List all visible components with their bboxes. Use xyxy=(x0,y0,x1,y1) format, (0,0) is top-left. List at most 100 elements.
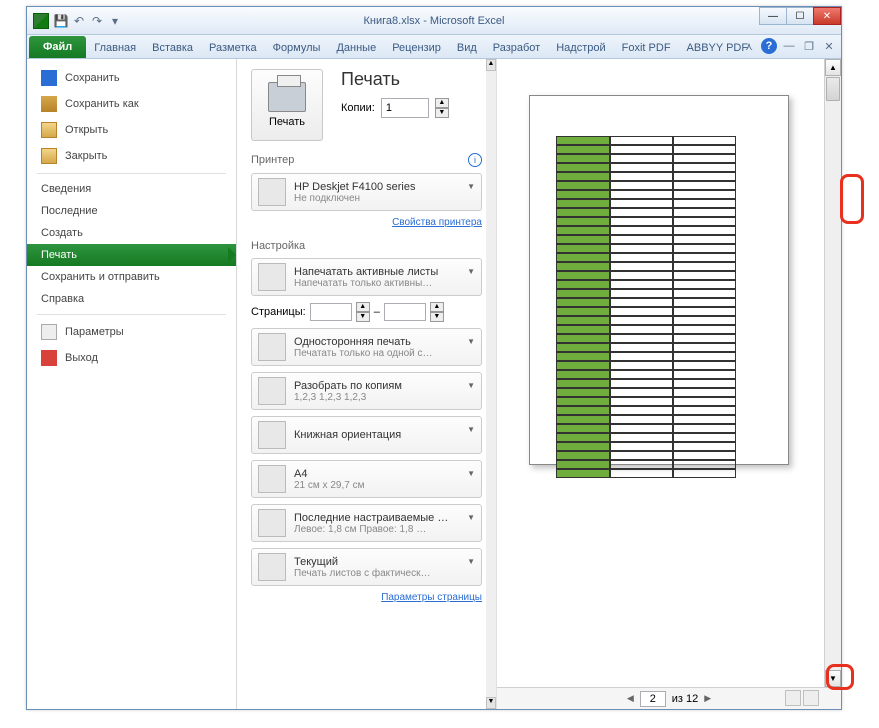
chevron-down-icon: ▼ xyxy=(467,469,475,478)
maximize-button[interactable]: ☐ xyxy=(786,7,814,25)
tab-file[interactable]: Файл xyxy=(29,36,86,58)
tab-review[interactable]: Рецензир xyxy=(384,38,449,58)
copies-up[interactable]: ▲ xyxy=(435,98,449,108)
backstage: Сохранить Сохранить как Открыть Закрыть … xyxy=(27,59,841,709)
sidebar-item-label: Сведения xyxy=(41,183,91,195)
print-settings-panel: Печать Печать Копии: ▲▼ Принтерi HP Desk… xyxy=(237,59,497,709)
minimize-button[interactable]: — xyxy=(759,7,787,25)
sidebar-new[interactable]: Создать xyxy=(27,222,236,244)
opt-title: Напечатать активные листы xyxy=(294,266,475,278)
pages-label: Страницы: xyxy=(251,306,306,318)
sidebar-options[interactable]: Параметры xyxy=(27,319,236,345)
sidebar-info[interactable]: Сведения xyxy=(27,178,236,200)
opt-title: Текущий xyxy=(294,556,475,568)
minimize-ribbon-icon[interactable]: ⋏ xyxy=(741,38,757,54)
qat-dropdown-icon[interactable]: ▾ xyxy=(107,13,123,29)
help-icon[interactable]: ? xyxy=(761,38,777,54)
chevron-down-icon: ▼ xyxy=(467,425,475,434)
close-button[interactable]: ✕ xyxy=(813,7,841,25)
opt-sub: Левое: 1,8 см Правое: 1,8 … xyxy=(294,524,475,535)
page-to-input[interactable] xyxy=(384,303,426,321)
separator xyxy=(37,173,226,174)
zoom-page-button[interactable] xyxy=(803,690,819,706)
sidebar-save[interactable]: Сохранить xyxy=(27,65,236,91)
paper-size-select[interactable]: A421 см x 29,7 см▼ xyxy=(251,460,482,498)
page-number-input[interactable] xyxy=(640,691,666,707)
print-button[interactable]: Печать xyxy=(251,69,323,141)
opt-title: Книжная ориентация xyxy=(294,429,475,441)
spin-down[interactable]: ▼ xyxy=(356,312,370,322)
sidebar-open[interactable]: Открыть xyxy=(27,117,236,143)
tab-formulas[interactable]: Формулы xyxy=(265,38,329,58)
tab-layout[interactable]: Разметка xyxy=(201,38,265,58)
undo-icon[interactable]: ↶ xyxy=(71,13,87,29)
show-margins-button[interactable] xyxy=(785,690,801,706)
doc-minimize-icon[interactable]: — xyxy=(781,38,797,54)
print-preview: ▲ ▼ ◀ из 12 ▶ xyxy=(497,59,841,709)
tab-view[interactable]: Вид xyxy=(449,38,485,58)
page-from-input[interactable] xyxy=(310,303,352,321)
exit-icon xyxy=(41,350,57,366)
sides-select[interactable]: Односторонняя печатьПечатать только на о… xyxy=(251,328,482,366)
printer-name: HP Deskjet F4100 series xyxy=(294,181,475,193)
spin-up[interactable]: ▲ xyxy=(430,302,444,312)
page-setup-link[interactable]: Параметры страницы xyxy=(251,592,482,603)
chevron-down-icon: ▼ xyxy=(467,182,475,191)
sidebar-recent[interactable]: Последние xyxy=(27,200,236,222)
settings-scrollbar[interactable]: ▲ ▼ xyxy=(486,59,496,709)
ribbon-tabs: Файл Главная Вставка Разметка Формулы Да… xyxy=(27,35,841,59)
copies-down[interactable]: ▼ xyxy=(435,108,449,118)
opt-sub: Печатать только на одной с… xyxy=(294,348,475,359)
orientation-select[interactable]: Книжная ориентация▼ xyxy=(251,416,482,454)
open-icon xyxy=(41,122,57,138)
tab-addins[interactable]: Надстрой xyxy=(548,38,613,58)
chevron-down-icon: ▼ xyxy=(467,557,475,566)
doc-close-icon[interactable]: ✕ xyxy=(821,38,837,54)
preview-footer: ◀ из 12 ▶ xyxy=(497,687,841,709)
save-icon xyxy=(41,70,57,86)
save-icon[interactable]: 💾 xyxy=(53,13,69,29)
next-page-button[interactable]: ▶ xyxy=(704,693,711,704)
quick-access-toolbar: 💾 ↶ ↷ ▾ xyxy=(53,13,123,29)
scroll-up-icon[interactable]: ▲ xyxy=(486,59,496,71)
close-icon xyxy=(41,148,57,164)
sidebar-item-label: Последние xyxy=(41,205,98,217)
prev-page-button[interactable]: ◀ xyxy=(627,693,634,704)
paper-icon xyxy=(258,465,286,493)
spin-down[interactable]: ▼ xyxy=(430,312,444,322)
tab-home[interactable]: Главная xyxy=(86,38,144,58)
sidebar-print[interactable]: Печать xyxy=(27,244,236,266)
collate-select[interactable]: Разобрать по копиям1,2,3 1,2,3 1,2,3▼ xyxy=(251,372,482,410)
margins-select[interactable]: Последние настраиваемые …Левое: 1,8 см П… xyxy=(251,504,482,542)
chevron-down-icon: ▼ xyxy=(467,381,475,390)
window: 💾 ↶ ↷ ▾ Книга8.xlsx - Microsoft Excel — … xyxy=(26,6,842,710)
redo-icon[interactable]: ↷ xyxy=(89,13,105,29)
printer-properties-link[interactable]: Свойства принтера xyxy=(251,217,482,228)
sidebar-exit[interactable]: Выход xyxy=(27,345,236,371)
tab-developer[interactable]: Разработ xyxy=(485,38,548,58)
scroll-up-icon[interactable]: ▲ xyxy=(825,59,841,76)
preview-scrollbar[interactable]: ▲ ▼ xyxy=(824,59,841,687)
scroll-down-icon[interactable]: ▼ xyxy=(486,697,496,709)
spin-up[interactable]: ▲ xyxy=(356,302,370,312)
doc-restore-icon[interactable]: ❐ xyxy=(801,38,817,54)
sidebar-share[interactable]: Сохранить и отправить xyxy=(27,266,236,288)
scaling-select[interactable]: ТекущийПечать листов с фактическ…▼ xyxy=(251,548,482,586)
collate-icon xyxy=(258,377,286,405)
print-what-select[interactable]: Напечатать активные листыНапечатать толь… xyxy=(251,258,482,296)
sidebar-help[interactable]: Справка xyxy=(27,288,236,310)
saveas-icon xyxy=(41,96,57,112)
sidebar-item-label: Сохранить и отправить xyxy=(41,271,160,283)
scroll-down-icon[interactable]: ▼ xyxy=(825,670,841,687)
tab-foxit[interactable]: Foxit PDF xyxy=(614,38,679,58)
print-button-label: Печать xyxy=(269,116,305,128)
copies-input[interactable] xyxy=(381,98,429,118)
orientation-icon xyxy=(258,421,286,449)
info-icon[interactable]: i xyxy=(468,153,482,167)
sidebar-saveas[interactable]: Сохранить как xyxy=(27,91,236,117)
printer-select[interactable]: HP Deskjet F4100 seriesНе подключен ▼ xyxy=(251,173,482,211)
scroll-thumb[interactable] xyxy=(826,77,840,101)
sidebar-close[interactable]: Закрыть xyxy=(27,143,236,169)
tab-insert[interactable]: Вставка xyxy=(144,38,201,58)
tab-data[interactable]: Данные xyxy=(328,38,384,58)
